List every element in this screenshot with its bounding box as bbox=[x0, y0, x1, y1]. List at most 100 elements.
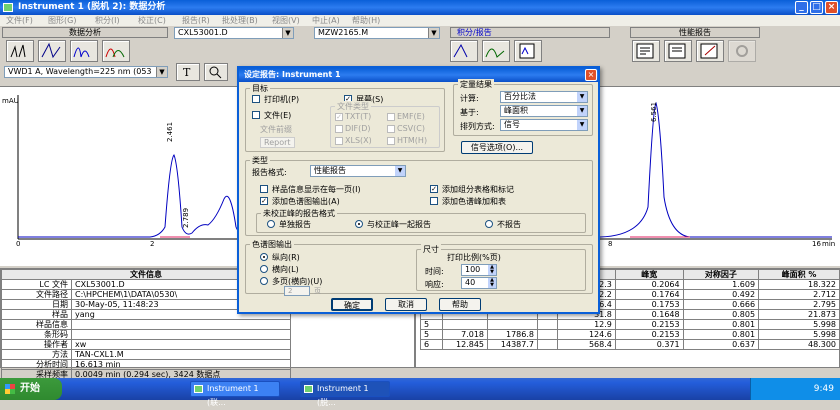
maximize-button[interactable]: □ bbox=[810, 1, 823, 14]
report-format-select[interactable]: 性能报告 ▼ bbox=[310, 165, 406, 177]
cell bbox=[487, 319, 538, 330]
perf-calc-button[interactable] bbox=[664, 40, 692, 62]
table-row: 分析时间 16.613 min bbox=[1, 359, 291, 370]
tool-text-button[interactable]: T bbox=[176, 63, 200, 81]
file-type-group: 文件类型 ✓ TXT(T) EMF(E) DIF(D) CSV(C) XLS(X)… bbox=[330, 101, 440, 148]
menu-graphics[interactable]: 图形(G) bbox=[48, 15, 76, 26]
type-group-label: 类型 bbox=[250, 155, 270, 166]
help-button[interactable]: 帮助 bbox=[439, 298, 481, 311]
menu-help[interactable]: 帮助(H) bbox=[352, 15, 380, 26]
perf-edit-button[interactable] bbox=[696, 40, 724, 62]
base-select[interactable]: 峰面积 ▼ bbox=[500, 105, 588, 117]
x-tick: 2 bbox=[150, 240, 155, 248]
component-table-checkbox[interactable]: ✓ bbox=[430, 185, 438, 193]
sort-select[interactable]: 信号 ▼ bbox=[500, 119, 588, 131]
edit-report-icon bbox=[700, 43, 718, 59]
txt-checkbox[interactable]: ✓ bbox=[335, 113, 343, 121]
menu-view[interactable]: 视图(V) bbox=[272, 15, 300, 26]
print-scale-label: 打印比例(%页) bbox=[447, 253, 501, 262]
sample-info-checkbox[interactable] bbox=[260, 185, 268, 193]
integration-icon bbox=[453, 43, 468, 58]
ok-button[interactable]: 确定 bbox=[331, 298, 373, 311]
uncal-separate-radio[interactable] bbox=[267, 220, 275, 228]
dialog-close-button[interactable]: × bbox=[585, 69, 597, 81]
cell: 0.801 bbox=[682, 329, 760, 340]
report-preview-button[interactable] bbox=[514, 40, 542, 62]
table-row: 方法 TAN-CXL1.M bbox=[1, 349, 291, 360]
signal-options-button[interactable]: 信号选项(O)... bbox=[461, 141, 533, 154]
time-scale-spinner[interactable]: 100 ▲ ▼ bbox=[461, 264, 497, 276]
uncal-group: 未校正峰的报告格式 单独报告 与校正峰一起报告 不报告 bbox=[256, 208, 586, 233]
chrom-group-label: 色谱图输出 bbox=[250, 239, 294, 250]
peak-sum-checkbox[interactable] bbox=[430, 197, 438, 205]
menu-integration[interactable]: 积分(I) bbox=[95, 15, 120, 26]
cancel-button[interactable]: 取消 bbox=[385, 298, 427, 311]
uncal-none-radio[interactable] bbox=[485, 220, 493, 228]
xls-checkbox[interactable] bbox=[335, 137, 343, 145]
chevron-down-icon: ▼ bbox=[282, 28, 293, 38]
taskbar-item-online[interactable]: Instrument 1 (联... bbox=[190, 381, 280, 407]
file-prefix-input[interactable]: Report bbox=[260, 137, 295, 148]
sample-info-label: 样品信息显示在每一页(I) bbox=[272, 185, 361, 194]
emf-checkbox[interactable] bbox=[387, 113, 395, 121]
add-chrom-checkbox[interactable]: ✓ bbox=[260, 197, 268, 205]
component-table-label: 添加组分表格和标记 bbox=[442, 185, 514, 194]
calibration-view-button[interactable] bbox=[38, 40, 66, 62]
auto-integrate-button[interactable] bbox=[482, 40, 510, 62]
taskbar-item-offline[interactable]: Instrument 1 (脱... bbox=[300, 381, 390, 407]
response-label: 响应: bbox=[425, 280, 444, 289]
htm-checkbox[interactable] bbox=[387, 137, 395, 145]
cell: 0.2064 bbox=[614, 279, 684, 290]
menu-abort[interactable]: 中止(A) bbox=[312, 15, 340, 26]
portrait-radio[interactable] bbox=[260, 253, 268, 261]
info-value bbox=[71, 329, 291, 340]
col-header: 对称因子 bbox=[682, 269, 760, 280]
info-key: 方法 bbox=[1, 349, 72, 360]
file-type-label: 文件类型 bbox=[335, 101, 371, 112]
cell: 0.637 bbox=[682, 339, 760, 350]
response-scale-spinner[interactable]: 40 ▲ ▼ bbox=[461, 277, 497, 289]
x-unit-label: min bbox=[822, 240, 836, 248]
perf-report-button[interactable] bbox=[632, 40, 660, 62]
landscape-radio[interactable] bbox=[260, 265, 268, 273]
menu-calibration[interactable]: 校正(C) bbox=[138, 15, 166, 26]
cell: 2.795 bbox=[758, 299, 840, 310]
overlay-view-button[interactable] bbox=[102, 40, 130, 62]
perf-settings-button[interactable] bbox=[728, 40, 756, 62]
peak-view-button[interactable] bbox=[70, 40, 98, 62]
cell: 0.1753 bbox=[614, 299, 684, 310]
signal-select[interactable]: VWD1 A, Wavelength=225 nm (053 ▼ bbox=[4, 66, 168, 78]
dif-checkbox[interactable] bbox=[335, 125, 343, 133]
signal-view-button[interactable] bbox=[6, 40, 34, 62]
clock[interactable]: 9:49 bbox=[814, 384, 834, 394]
menu-report[interactable]: 报告(R) bbox=[182, 15, 210, 26]
zoom-button[interactable] bbox=[204, 63, 228, 81]
report-icon bbox=[519, 43, 535, 59]
spin-arrows-icon[interactable]: ▲ ▼ bbox=[488, 265, 496, 275]
file-checkbox[interactable] bbox=[252, 111, 260, 119]
calc-report-icon bbox=[668, 43, 686, 59]
minimize-button[interactable]: _ bbox=[795, 1, 808, 14]
performance-report-section: 性能报告 bbox=[630, 27, 760, 38]
menu-batch[interactable]: 批处理(B) bbox=[222, 15, 258, 26]
uncal-together-radio[interactable] bbox=[355, 220, 363, 228]
print-report-icon bbox=[636, 43, 654, 59]
windows-logo-icon bbox=[5, 384, 15, 394]
printer-checkbox[interactable] bbox=[252, 95, 260, 103]
csv-checkbox[interactable] bbox=[387, 125, 395, 133]
pages-spinner[interactable]: 2 bbox=[284, 286, 310, 296]
method-select[interactable]: MZW2165.M ▼ bbox=[314, 27, 440, 39]
menu-file[interactable]: 文件(F) bbox=[6, 15, 33, 26]
spin-arrows-icon[interactable]: ▲ ▼ bbox=[488, 278, 496, 288]
pages-unit: 页 bbox=[314, 287, 321, 295]
close-button[interactable]: × bbox=[825, 1, 838, 14]
data-file-select[interactable]: CXL53001.D ▼ bbox=[174, 27, 294, 39]
menu-bar: 文件(F) 图形(G) 积分(I) 校正(C) 报告(R) 批处理(B) 视图(… bbox=[0, 15, 840, 26]
calc-select[interactable]: 百分比法 ▼ bbox=[500, 91, 588, 103]
multipage-radio[interactable] bbox=[260, 277, 268, 285]
start-button[interactable]: 开始 bbox=[0, 378, 62, 400]
integrate-button[interactable] bbox=[450, 40, 478, 62]
zoom-icon bbox=[209, 66, 222, 79]
cell: 14387.7 bbox=[487, 339, 538, 350]
x-tick: 0 bbox=[16, 240, 21, 248]
